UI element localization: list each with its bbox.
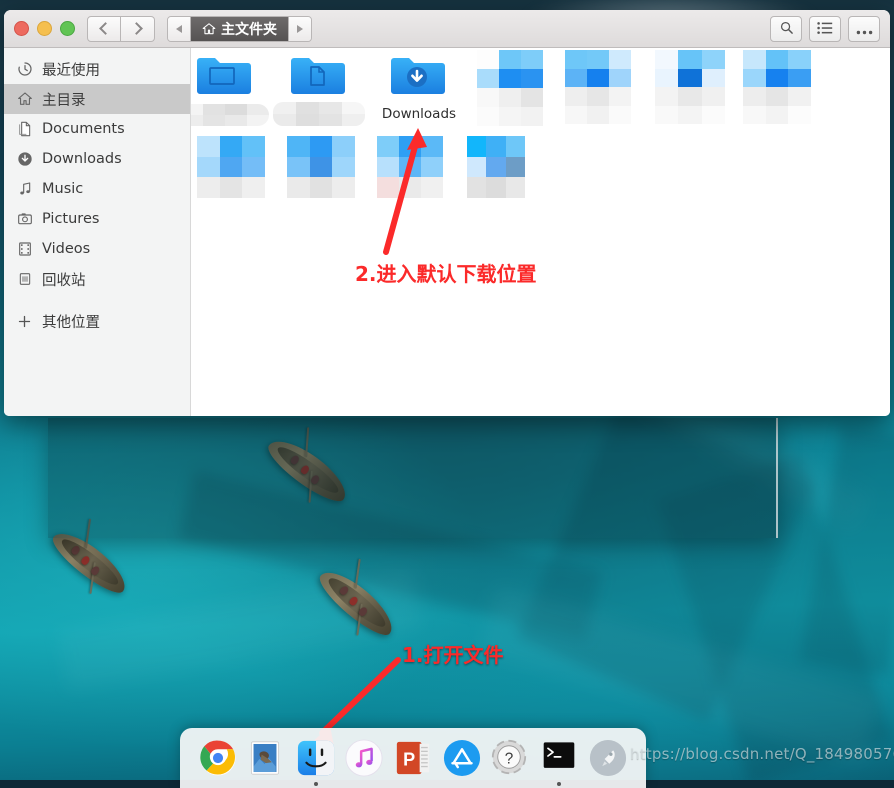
dock-item-powerpoint[interactable]: P xyxy=(394,739,432,777)
sidebar-item-label: 其他位置 xyxy=(42,314,100,331)
dock-item-finder[interactable] xyxy=(297,739,335,786)
search-icon xyxy=(779,20,794,39)
dock-item-terminal[interactable] xyxy=(540,739,578,786)
documents-icon xyxy=(16,121,33,138)
plus-icon xyxy=(16,313,33,330)
censored-filename xyxy=(191,104,269,126)
folder-icon xyxy=(195,54,255,102)
watermark: https://blog.csdn.net/Q_1849805767 xyxy=(630,745,894,763)
chevron-right-icon xyxy=(129,22,143,35)
more-options-icon xyxy=(856,20,873,39)
censored-folder-icon xyxy=(377,136,443,198)
dock-item-chrome[interactable] xyxy=(199,739,237,777)
file-item[interactable] xyxy=(191,54,273,126)
dock: P ? xyxy=(180,728,646,788)
breadcrumb-prev-button[interactable] xyxy=(168,16,191,41)
censored-folder-icon xyxy=(565,50,631,124)
file-item[interactable] xyxy=(271,54,367,126)
file-manager-window: 主文件夹 最近使用 主目录 Documents Downloads Music … xyxy=(4,10,890,416)
toolbar-right xyxy=(770,16,880,42)
sidebar: 最近使用 主目录 Documents Downloads Music Pictu… xyxy=(4,48,191,416)
sidebar-item-label: 主目录 xyxy=(42,92,86,109)
search-button[interactable] xyxy=(770,16,802,42)
sidebar-item-downloads[interactable]: Downloads xyxy=(4,144,190,174)
file-name: Downloads xyxy=(381,106,457,122)
folder-icon xyxy=(289,54,349,102)
triangle-left-icon xyxy=(176,24,182,33)
window-controls xyxy=(14,21,75,36)
censored-folder-icon xyxy=(197,136,265,198)
sidebar-item-music[interactable]: Music xyxy=(4,174,190,204)
downloads-icon xyxy=(16,151,33,168)
icon-grid: Downloads xyxy=(191,48,890,416)
videos-icon xyxy=(16,241,33,258)
more-options-button[interactable] xyxy=(848,16,880,42)
recent-icon xyxy=(16,61,33,78)
dock-item-photos[interactable] xyxy=(248,739,286,777)
sidebar-item-other-locations[interactable]: 其他位置 xyxy=(4,306,190,336)
sidebar-item-label: Videos xyxy=(42,241,91,257)
censored-folder-icon xyxy=(287,136,355,198)
file-list-area[interactable]: Downloads xyxy=(191,48,890,416)
running-indicator xyxy=(556,782,561,786)
breadcrumb-next-button[interactable] xyxy=(288,16,311,41)
dock-item-appstore[interactable] xyxy=(443,739,481,777)
sidebar-item-recent[interactable]: 最近使用 xyxy=(4,54,190,84)
close-button[interactable] xyxy=(14,21,29,36)
window-titlebar: 主文件夹 xyxy=(4,10,890,48)
sidebar-item-label: Music xyxy=(42,181,84,197)
background-window[interactable] xyxy=(48,418,778,538)
navigation-buttons xyxy=(87,15,155,42)
trash-icon xyxy=(16,271,33,288)
censored-filename xyxy=(273,102,365,126)
breadcrumb-item-home[interactable]: 主文件夹 xyxy=(191,16,288,41)
file-manager-body: 最近使用 主目录 Documents Downloads Music Pictu… xyxy=(4,48,890,416)
censored-folder-icon xyxy=(467,136,525,198)
breadcrumb: 主文件夹 xyxy=(167,15,312,42)
sidebar-item-videos[interactable]: Videos xyxy=(4,234,190,264)
forward-button[interactable] xyxy=(121,15,155,42)
sidebar-item-home[interactable]: 主目录 xyxy=(4,84,190,114)
censored-folder-icon xyxy=(743,50,811,124)
sidebar-item-label: Documents xyxy=(42,121,125,137)
folder-downloads-icon xyxy=(389,54,449,102)
svg-text:?: ? xyxy=(505,750,514,767)
sidebar-item-pictures[interactable]: Pictures xyxy=(4,204,190,234)
list-view-icon xyxy=(817,20,833,39)
censored-folder-icon xyxy=(477,50,543,126)
svg-text:P: P xyxy=(403,750,415,770)
maximize-button[interactable] xyxy=(60,21,75,36)
list-view-button[interactable] xyxy=(809,16,841,42)
censored-folder-icon xyxy=(655,50,725,124)
sidebar-item-trash[interactable]: 回收站 xyxy=(4,264,190,294)
sidebar-item-label: Pictures xyxy=(42,211,100,227)
sidebar-item-documents[interactable]: Documents xyxy=(4,114,190,144)
sidebar-item-label: 最近使用 xyxy=(42,62,100,79)
pictures-icon xyxy=(16,211,33,228)
music-icon xyxy=(16,181,33,198)
dock-item-help[interactable]: ? xyxy=(491,739,529,777)
sidebar-divider xyxy=(4,294,190,306)
sidebar-item-label: 回收站 xyxy=(42,272,86,289)
minimize-button[interactable] xyxy=(37,21,52,36)
running-indicator xyxy=(313,782,318,786)
home-icon xyxy=(202,22,216,36)
file-item-downloads[interactable]: Downloads xyxy=(371,54,467,122)
breadcrumb-label: 主文件夹 xyxy=(221,21,277,38)
back-button[interactable] xyxy=(87,15,121,42)
home-icon xyxy=(16,91,33,108)
chevron-left-icon xyxy=(99,22,112,35)
dock-item-launchpad[interactable] xyxy=(589,739,627,777)
dock-item-itunes[interactable] xyxy=(345,739,383,777)
sidebar-item-label: Downloads xyxy=(42,151,122,167)
triangle-right-icon xyxy=(297,24,303,33)
